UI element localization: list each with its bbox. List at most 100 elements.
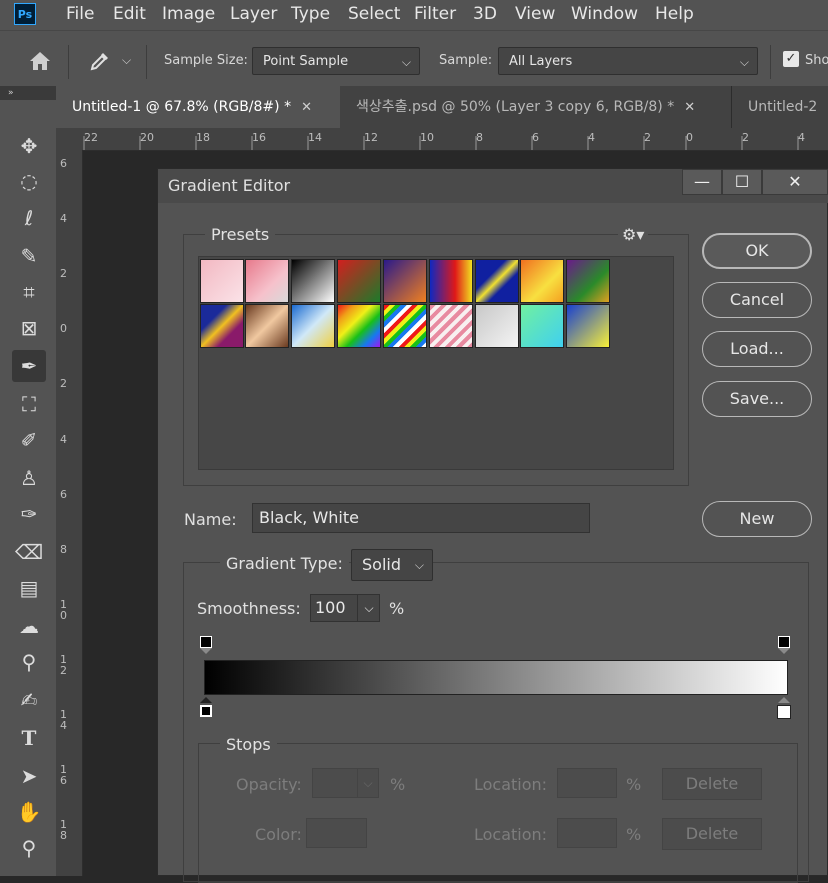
eyedropper-tool-icon[interactable]: ✒ xyxy=(12,350,46,382)
preset-swatch[interactable] xyxy=(337,304,381,348)
lasso-tool-icon[interactable]: ℓ xyxy=(12,202,46,234)
save-button[interactable]: Save... xyxy=(702,381,812,417)
preset-swatch[interactable] xyxy=(291,259,335,303)
preset-swatch[interactable] xyxy=(566,259,610,303)
zoom-tool-icon[interactable]: ⚲ xyxy=(12,832,46,864)
preset-swatch[interactable] xyxy=(200,259,244,303)
close-icon[interactable]: ✕ xyxy=(684,100,695,115)
home-icon[interactable] xyxy=(28,50,52,72)
menu-window[interactable]: Window xyxy=(571,4,638,24)
close-icon[interactable]: ✕ xyxy=(301,100,312,115)
divider xyxy=(770,45,771,79)
menu-3d[interactable]: 3D xyxy=(473,4,497,24)
preset-swatch[interactable] xyxy=(429,304,473,348)
tool-preset-chevron-icon[interactable]: ⌵ xyxy=(122,53,131,68)
preset-swatch[interactable] xyxy=(566,304,610,348)
menu-help[interactable]: Help xyxy=(655,4,694,24)
gradient-preview-bar[interactable] xyxy=(204,660,788,695)
name-field[interactable]: Black, White xyxy=(252,503,590,533)
preset-swatch[interactable] xyxy=(245,304,289,348)
tab-label: 색상추출.psd @ 50% (Layer 3 copy 6, RGB/8) * xyxy=(356,99,675,115)
ruler-label: 20 xyxy=(140,131,154,144)
frame-tool-icon[interactable]: ⊠ xyxy=(12,312,46,344)
preset-swatch[interactable] xyxy=(520,304,564,348)
menu-type[interactable]: Type xyxy=(291,4,330,24)
new-button[interactable]: New xyxy=(702,501,812,537)
pen-tool-icon[interactable]: ✍ xyxy=(12,684,46,716)
menu-view[interactable]: View xyxy=(515,4,555,24)
load-button[interactable]: Load... xyxy=(702,331,812,367)
opacity-delete-button[interactable]: Delete xyxy=(662,768,762,800)
ruler-label: 2 xyxy=(644,131,651,144)
ruler-label: 4 xyxy=(798,131,805,144)
menu-image[interactable]: Image xyxy=(162,4,215,24)
brush-tool-icon[interactable]: ✐ xyxy=(12,424,46,456)
preset-swatch[interactable] xyxy=(429,259,473,303)
smoothness-field[interactable]: 100 ⌵ xyxy=(310,594,380,622)
blur-tool-icon[interactable]: ☁ xyxy=(12,610,46,642)
sample-value: All Layers xyxy=(509,54,573,69)
name-label: Name: xyxy=(184,510,237,529)
opacity-field[interactable]: ⌵ xyxy=(312,768,379,798)
dodge-tool-icon[interactable]: ⚲ xyxy=(12,646,46,678)
preset-swatch[interactable] xyxy=(337,259,381,303)
opacity-location-field[interactable] xyxy=(557,768,617,798)
menu-file[interactable]: File xyxy=(66,4,94,24)
opacity-percent: % xyxy=(390,775,406,794)
preset-swatch[interactable] xyxy=(200,304,244,348)
menu-edit[interactable]: Edit xyxy=(113,4,146,24)
minimize-icon[interactable]: — xyxy=(682,169,722,195)
color-swatch-field[interactable] xyxy=(306,818,367,848)
preset-swatch[interactable] xyxy=(245,259,289,303)
close-icon[interactable]: ✕ xyxy=(762,169,828,195)
opacity-stop-left[interactable] xyxy=(200,636,212,648)
cancel-button[interactable]: Cancel xyxy=(702,282,812,318)
gear-icon[interactable]: ⚙▾ xyxy=(618,225,649,244)
tab-untitled-1[interactable]: Untitled-1 @ 67.8% (RGB/8#) * ✕ xyxy=(56,86,340,128)
gradient-tool-icon[interactable]: ▤ xyxy=(12,572,46,604)
color-stop-right[interactable] xyxy=(777,705,791,719)
hand-tool-icon[interactable]: ✋ xyxy=(12,796,46,828)
ruler-label: 12 xyxy=(364,131,378,144)
sample-dropdown[interactable]: All Layers ⌵ xyxy=(498,47,758,75)
preset-swatch[interactable] xyxy=(291,304,335,348)
patch-tool-icon[interactable]: ⛶ xyxy=(12,388,46,420)
color-location-field[interactable] xyxy=(557,818,617,848)
maximize-icon[interactable]: ☐ xyxy=(722,169,762,195)
quick-select-tool-icon[interactable]: ✎ xyxy=(12,240,46,272)
sample-label: Sample: xyxy=(439,53,493,68)
gradient-type-label: Gradient Type: xyxy=(220,554,349,573)
menu-layer[interactable]: Layer xyxy=(230,4,277,24)
ok-button[interactable]: OK xyxy=(702,233,812,269)
marquee-tool-icon[interactable]: ◌ xyxy=(12,165,46,197)
menu-filter[interactable]: Filter xyxy=(414,4,456,24)
show-checkbox[interactable]: ✓ xyxy=(783,51,799,67)
path-select-tool-icon[interactable]: ➤ xyxy=(12,760,46,792)
opacity-location-label: Location: xyxy=(474,775,548,794)
color-delete-button[interactable]: Delete xyxy=(662,818,762,850)
history-brush-tool-icon[interactable]: ✑ xyxy=(12,498,46,530)
eraser-tool-icon[interactable]: ⌫ xyxy=(12,536,46,568)
chevron-down-icon[interactable]: ⌵ xyxy=(357,595,380,621)
panel-collapse-icon[interactable]: » xyxy=(0,86,56,100)
type-tool-icon[interactable]: T xyxy=(12,722,46,754)
tab-untitled-2[interactable]: Untitled-2 xyxy=(732,86,828,128)
opacity-stop-pointer xyxy=(200,648,212,654)
sample-size-dropdown[interactable]: Point Sample ⌵ xyxy=(252,47,420,75)
gradient-type-dropdown[interactable]: Solid ⌵ xyxy=(351,549,433,581)
preset-swatch[interactable] xyxy=(475,259,519,303)
ruler-label: 18 xyxy=(196,131,210,144)
ruler-label: 6 xyxy=(60,157,67,170)
opacity-stop-right[interactable] xyxy=(778,636,790,648)
clone-stamp-tool-icon[interactable]: ♙ xyxy=(12,462,46,494)
preset-swatch[interactable] xyxy=(383,259,427,303)
crop-tool-icon[interactable]: ⌗ xyxy=(12,276,46,308)
tab-color-extract[interactable]: 색상추출.psd @ 50% (Layer 3 copy 6, RGB/8) *… xyxy=(340,86,732,128)
menu-select[interactable]: Select xyxy=(348,4,400,24)
eyedropper-icon[interactable] xyxy=(88,49,112,73)
preset-swatch[interactable] xyxy=(383,304,427,348)
color-stop-left[interactable] xyxy=(200,705,212,717)
move-tool-icon[interactable]: ✥ xyxy=(12,130,46,162)
preset-swatch[interactable] xyxy=(475,304,519,348)
preset-swatch[interactable] xyxy=(520,259,564,303)
